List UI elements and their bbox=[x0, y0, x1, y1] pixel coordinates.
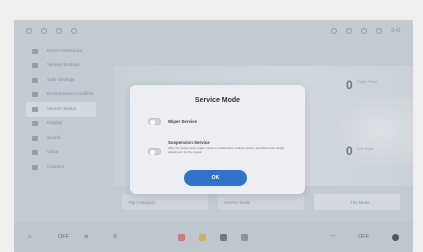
wiper-service-toggle[interactable] bbox=[148, 118, 161, 125]
dialog-title: Service Mode bbox=[194, 97, 241, 104]
ok-button[interactable]: OK bbox=[184, 170, 247, 186]
suspension-service-description: After the suspension repair mode is enab… bbox=[168, 146, 285, 154]
wiper-service-label: Wiper Service bbox=[168, 119, 198, 124]
suspension-service-label: Suspension Service bbox=[168, 140, 210, 145]
service-mode-dialog: Service Mode Wiper Service Suspension Se… bbox=[130, 85, 305, 194]
suspension-service-toggle[interactable] bbox=[148, 148, 161, 155]
